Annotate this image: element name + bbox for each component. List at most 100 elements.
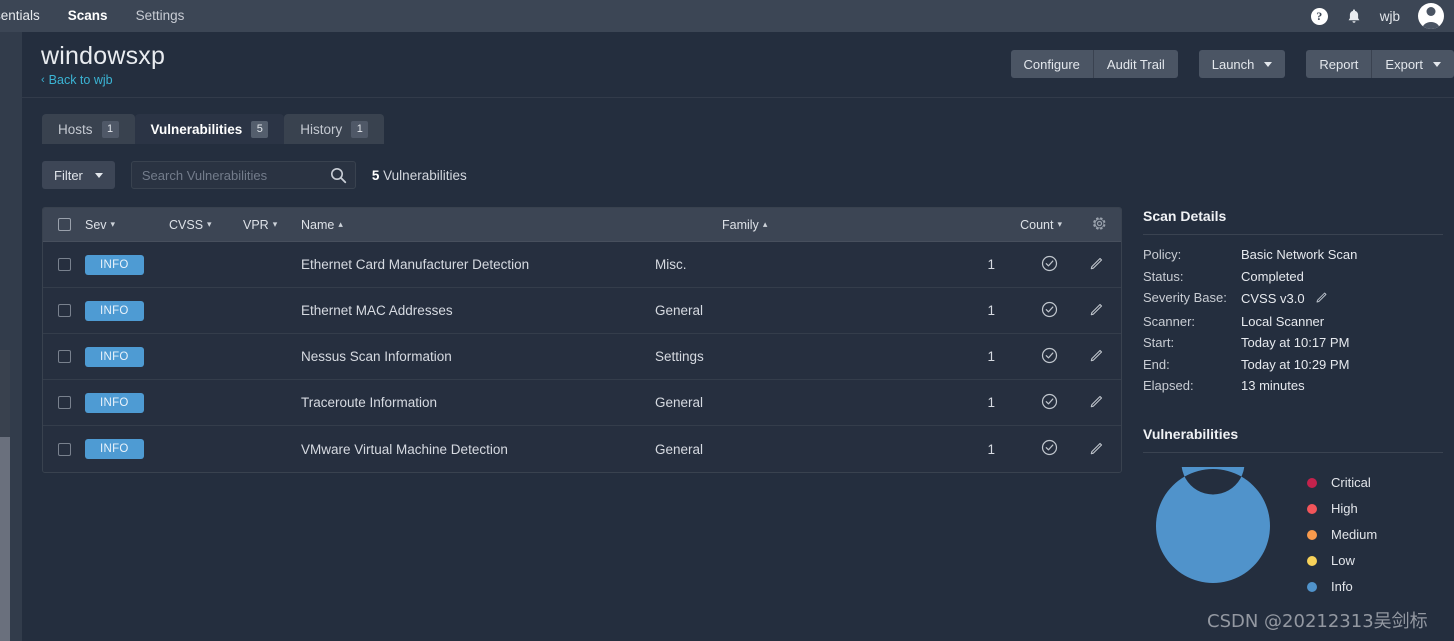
table-row[interactable]: INFO Ethernet Card Manufacturer Detectio… [43,242,1121,288]
row-select-cell [43,304,85,317]
select-all-checkbox[interactable] [57,218,71,231]
cell-family: General [655,303,704,318]
cell-name[interactable]: VMware Virtual Machine Detection [301,442,655,457]
severity-badge[interactable]: INFO [85,300,144,321]
pencil-edit-icon[interactable] [1089,440,1105,459]
column-header-sev-label: Sev [85,217,107,232]
export-button[interactable]: Export [1371,50,1454,78]
detail-value: Completed [1241,269,1443,284]
sort-arrow-icon: ▴ [338,219,343,229]
vulnerabilities-chart-heading: Vulnerabilities [1143,426,1239,442]
cell-name[interactable]: Traceroute Information [301,395,655,410]
detail-value-text: 13 minutes [1241,378,1305,393]
search-icon[interactable] [330,167,347,189]
check-circle-icon[interactable] [1041,439,1058,459]
table-row[interactable]: INFO Nessus Scan Information Settings 1 [43,334,1121,380]
cell-name[interactable]: Nessus Scan Information [301,349,655,364]
configure-audit-group: Configure Audit Trail [1010,50,1178,78]
legend-item-info[interactable]: Info [1307,579,1377,594]
column-header-name[interactable]: Name ▴ [301,218,722,232]
help-circle-icon: ? [1310,7,1328,25]
legend-item-low[interactable]: Low [1307,553,1377,568]
cell-name[interactable]: Ethernet MAC Addresses [301,303,655,318]
search-box [130,161,356,189]
cell-action-accept [1025,301,1073,321]
check-circle-icon[interactable] [1041,301,1058,321]
filter-button[interactable]: Filter [42,161,115,189]
column-header-cvss[interactable]: CVSS ▾ [169,218,243,232]
nav-item-settings[interactable]: Settings [122,0,199,32]
pencil-edit-icon[interactable] [1089,347,1105,366]
top-navigation-bar: sentials Scans Settings ? wjb [0,0,1454,32]
row-checkbox[interactable] [57,442,71,456]
legend-item-high[interactable]: High [1307,501,1377,516]
username-label[interactable]: wjb [1380,9,1400,24]
left-scrollbar-track[interactable] [0,350,10,641]
check-circle-icon[interactable] [1041,393,1058,413]
nav-item-scans[interactable]: Scans [54,0,122,32]
check-circle-icon[interactable] [1041,255,1058,275]
launch-button[interactable]: Launch [1198,50,1286,78]
content-tabs: Hosts 1 Vulnerabilities 5 History 1 [42,114,385,144]
tab-history[interactable]: History 1 [284,114,385,144]
settings-gear-icon[interactable] [1092,216,1107,234]
left-scrollbar-thumb[interactable] [0,437,10,641]
row-checkbox[interactable] [57,258,71,271]
user-avatar-icon[interactable] [1418,3,1444,29]
search-input[interactable] [131,162,355,188]
cell-severity: INFO [85,439,169,459]
report-button[interactable]: Report [1306,50,1372,78]
tab-history-badge: 1 [351,120,369,138]
detail-label: Severity Base: [1143,290,1227,305]
column-header-family[interactable]: Family ▴ [722,218,982,232]
row-checkbox[interactable] [57,350,71,363]
nav-brand[interactable]: sentials [0,0,54,32]
row-checkbox[interactable] [57,304,71,317]
pencil-edit-icon[interactable] [1315,290,1329,307]
configure-button[interactable]: Configure [1010,50,1093,78]
cell-name[interactable]: Ethernet Card Manufacturer Detection [301,257,655,272]
severity-badge[interactable]: INFO [85,254,144,275]
pencil-edit-icon[interactable] [1089,255,1105,274]
legend-item-critical[interactable]: Critical [1307,475,1377,490]
nessus-scan-page: sentials Scans Settings ? wjb [0,0,1454,641]
tab-vulnerabilities[interactable]: Vulnerabilities 5 [134,114,285,144]
check-circle-icon[interactable] [1041,347,1058,367]
column-header-vpr[interactable]: VPR ▾ [243,218,301,232]
pencil-edit-icon[interactable] [1089,393,1105,412]
row-checkbox[interactable] [57,396,71,409]
notifications-button[interactable] [1346,8,1362,25]
severity-badge[interactable]: INFO [85,392,144,413]
column-header-name-label: Name [301,217,335,232]
row-select-cell [43,350,85,363]
row-select-cell [43,442,85,456]
table-header-row: Sev ▾ CVSS ▾ VPR ▾ Name ▴ Family ▴ Count… [43,208,1121,242]
vulnerability-count-number: 5 [371,167,380,183]
cell-action-accept [1025,347,1073,367]
help-button[interactable]: ? [1310,7,1328,25]
export-button-label: Export [1385,56,1423,72]
audit-trail-button[interactable]: Audit Trail [1092,50,1178,78]
tab-hosts[interactable]: Hosts 1 [42,114,135,144]
detail-value-text: Basic Network Scan [1241,247,1358,262]
table-row[interactable]: INFO Traceroute Information General 1 [43,380,1121,426]
donut-chart-row: Critical High Medium Low Info [1143,431,1443,594]
table-row[interactable]: INFO Ethernet MAC Addresses General 1 [43,288,1121,334]
cell-family: General [655,395,704,410]
back-link[interactable]: ‹ Back to wjb [41,73,113,87]
legend-color-dot [1307,503,1317,514]
bell-icon [1346,8,1362,25]
column-header-sev[interactable]: Sev ▾ [85,218,169,232]
column-header-count[interactable]: Count ▾ [982,218,1092,232]
legend-item-medium[interactable]: Medium [1307,527,1377,542]
detail-label: End: [1143,356,1170,372]
table-row[interactable]: INFO VMware Virtual Machine Detection Ge… [43,426,1121,472]
detail-value: 13 minutes [1241,378,1443,393]
vulnerabilities-chart-section: Vulnerabilities Critical High Medium Low [1143,426,1443,594]
vulnerabilities-table: Sev ▾ CVSS ▾ VPR ▾ Name ▴ Family ▴ Count… [42,207,1122,473]
pencil-edit-icon[interactable] [1089,301,1105,320]
severity-badge[interactable]: INFO [85,439,144,459]
severity-badge[interactable]: INFO [85,346,144,367]
sort-arrow-icon: ▴ [762,219,768,229]
legend-color-dot [1307,529,1317,540]
